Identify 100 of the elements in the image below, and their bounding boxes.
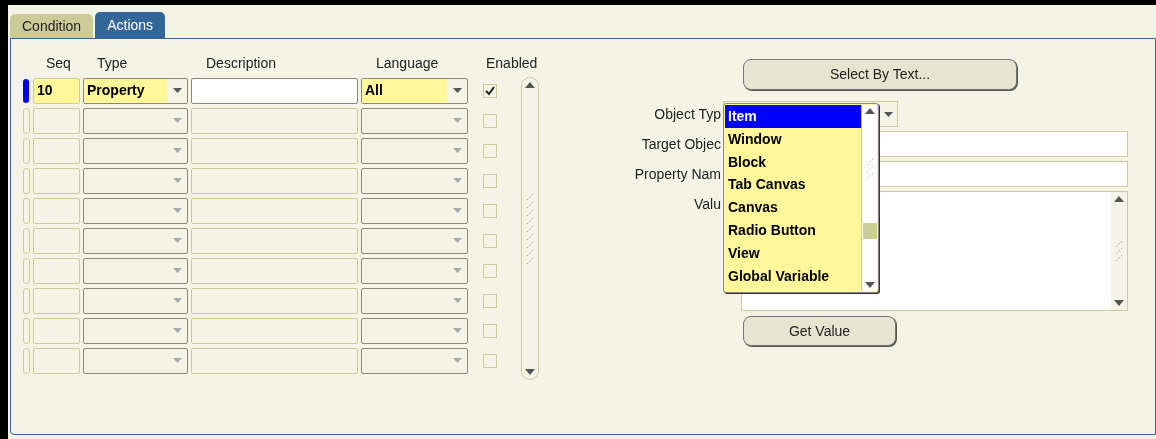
description-field[interactable] bbox=[191, 77, 358, 104]
language-dropdown[interactable] bbox=[361, 257, 468, 284]
description-field[interactable] bbox=[191, 167, 358, 194]
checkbox[interactable] bbox=[483, 173, 497, 188]
caret-icon bbox=[453, 358, 462, 363]
type-dropdown[interactable] bbox=[83, 167, 188, 194]
description-field[interactable] bbox=[191, 137, 358, 164]
checkbox[interactable] bbox=[483, 323, 497, 338]
type-dropdown[interactable] bbox=[83, 317, 188, 344]
description-field[interactable] bbox=[191, 227, 358, 254]
language-dropdown[interactable] bbox=[361, 167, 468, 194]
column-header: Language bbox=[376, 54, 440, 73]
column-header: Seq bbox=[46, 54, 72, 73]
caret-icon bbox=[173, 328, 182, 333]
checkbox[interactable] bbox=[483, 143, 497, 158]
caret-icon bbox=[173, 178, 182, 183]
caret-icon bbox=[173, 268, 182, 273]
dropdown-option[interactable]: Block bbox=[725, 150, 861, 174]
scroll-up-icon bbox=[1114, 196, 1124, 202]
checkbox[interactable] bbox=[483, 263, 497, 278]
object-type-label: Object Typ bbox=[653, 105, 722, 124]
caret-icon bbox=[173, 298, 182, 303]
dropdown-option[interactable]: Item bbox=[725, 105, 861, 128]
language-dropdown[interactable] bbox=[361, 227, 468, 254]
seq-field[interactable] bbox=[33, 107, 80, 134]
tab[interactable]: Condition bbox=[10, 14, 94, 38]
description-field[interactable] bbox=[191, 197, 358, 224]
checkbox[interactable] bbox=[483, 83, 497, 98]
dropdown-option[interactable]: Window bbox=[725, 127, 861, 151]
type-dropdown[interactable]: Property bbox=[83, 77, 188, 104]
description-field[interactable] bbox=[191, 287, 358, 314]
scrollbar[interactable] bbox=[861, 105, 877, 291]
type-dropdown[interactable] bbox=[83, 347, 188, 374]
type-dropdown[interactable] bbox=[83, 287, 188, 314]
seq-field[interactable] bbox=[33, 227, 80, 254]
checkbox[interactable] bbox=[483, 353, 497, 368]
caret-icon bbox=[453, 328, 462, 333]
dropdown-option[interactable]: View bbox=[725, 241, 861, 265]
seq-field[interactable] bbox=[33, 167, 80, 194]
type-dropdown[interactable] bbox=[83, 197, 188, 224]
get-value-button[interactable]: Get Value bbox=[743, 316, 896, 346]
tab[interactable]: Actions bbox=[95, 12, 166, 38]
grip-icon bbox=[526, 193, 534, 264]
row-indicator[interactable] bbox=[23, 78, 29, 103]
caret-icon bbox=[173, 358, 182, 363]
checkbox[interactable] bbox=[483, 203, 497, 218]
caret-icon bbox=[453, 88, 462, 93]
scroll-up-icon bbox=[864, 108, 875, 114]
caret-icon bbox=[173, 88, 182, 93]
scroll-thumb[interactable] bbox=[862, 223, 877, 240]
dropdown-option[interactable]: Canvas bbox=[725, 196, 861, 219]
caret-icon bbox=[173, 148, 182, 153]
language-dropdown[interactable]: All bbox=[361, 77, 468, 104]
target-object-label: Target Objec bbox=[640, 135, 722, 154]
scroll-up-icon bbox=[525, 82, 535, 88]
checkbox[interactable] bbox=[483, 293, 497, 308]
checkbox[interactable] bbox=[483, 113, 497, 128]
caret-icon bbox=[173, 238, 182, 243]
description-field[interactable] bbox=[191, 347, 358, 374]
type-dropdown[interactable] bbox=[83, 257, 188, 284]
dropdown-option[interactable]: Radio Button bbox=[725, 219, 861, 242]
seq-field[interactable]: 10 bbox=[33, 77, 80, 104]
language-dropdown[interactable] bbox=[361, 137, 468, 164]
language-dropdown[interactable] bbox=[361, 287, 468, 314]
type-dropdown[interactable] bbox=[83, 107, 188, 134]
language-dropdown[interactable] bbox=[361, 107, 468, 134]
select-by-text-button[interactable]: Select By Text... bbox=[743, 59, 1017, 90]
scroll-down-icon bbox=[525, 369, 535, 375]
description-field[interactable] bbox=[191, 317, 358, 344]
caret-icon bbox=[453, 178, 462, 183]
description-field[interactable] bbox=[191, 107, 358, 134]
dropdown-option[interactable]: Tab Canvas bbox=[725, 173, 861, 197]
caret-icon bbox=[453, 148, 462, 153]
type-dropdown[interactable] bbox=[83, 227, 188, 254]
column-header: Enabled bbox=[486, 54, 538, 73]
scroll-down-icon bbox=[864, 281, 875, 288]
caret-icon bbox=[453, 208, 462, 213]
caret-icon bbox=[173, 208, 182, 213]
column-header: Description bbox=[206, 54, 278, 73]
checkbox[interactable] bbox=[483, 233, 497, 248]
caret-icon bbox=[453, 118, 462, 123]
seq-field[interactable] bbox=[33, 347, 80, 374]
dropdown-option[interactable]: Global Variable bbox=[725, 264, 861, 288]
seq-field[interactable] bbox=[33, 317, 80, 344]
caret-icon bbox=[173, 118, 182, 123]
scroll-down-icon bbox=[1114, 300, 1124, 306]
type-dropdown[interactable] bbox=[83, 137, 188, 164]
caret-icon bbox=[453, 268, 462, 273]
language-dropdown[interactable] bbox=[361, 347, 468, 374]
description-field[interactable] bbox=[191, 257, 358, 284]
seq-field[interactable] bbox=[33, 287, 80, 314]
seq-field[interactable] bbox=[33, 257, 80, 284]
language-dropdown[interactable] bbox=[361, 197, 468, 224]
language-dropdown[interactable] bbox=[361, 317, 468, 344]
seq-field[interactable] bbox=[33, 197, 80, 224]
seq-field[interactable] bbox=[33, 137, 80, 164]
caret-icon bbox=[453, 238, 462, 243]
check-icon bbox=[484, 84, 496, 97]
caret-icon bbox=[453, 298, 462, 303]
caret-icon bbox=[884, 111, 893, 117]
